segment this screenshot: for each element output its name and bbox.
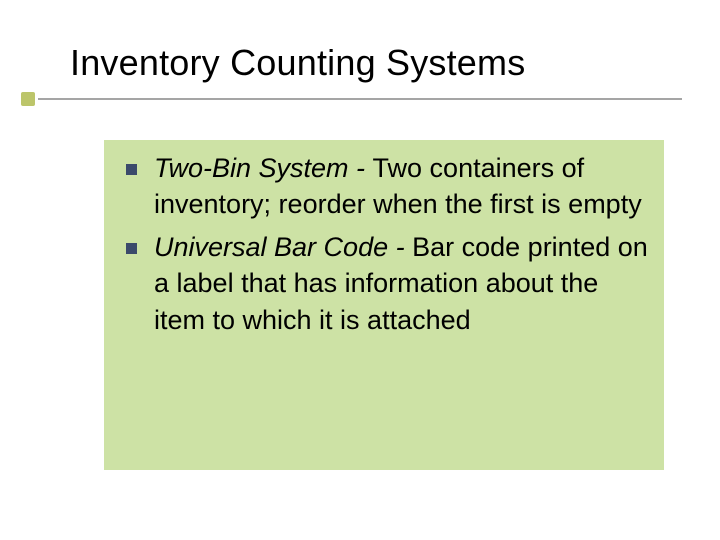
square-bullet-icon [126, 243, 137, 254]
title-rule [38, 98, 682, 100]
title-rule-bullet-icon [21, 92, 35, 106]
slide-title: Inventory Counting Systems [70, 42, 525, 84]
term-text: Universal Bar Code - [154, 232, 412, 262]
slide: Inventory Counting Systems Two-Bin Syste… [0, 0, 720, 540]
list-item: Universal Bar Code - Bar code printed on… [118, 229, 650, 338]
term-text: Two-Bin System - [154, 153, 373, 183]
square-bullet-icon [126, 164, 137, 175]
list-item: Two-Bin System - Two containers of inven… [118, 150, 650, 223]
content-panel: Two-Bin System - Two containers of inven… [104, 140, 664, 470]
